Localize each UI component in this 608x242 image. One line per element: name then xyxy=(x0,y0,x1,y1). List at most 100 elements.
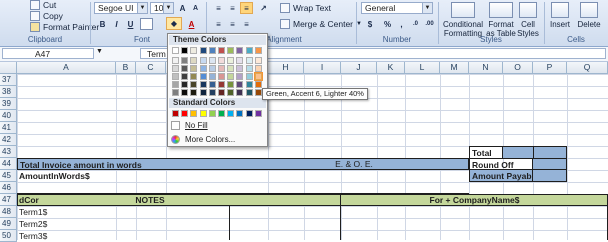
theme-color-swatch[interactable] xyxy=(181,47,189,54)
format-as-table-button[interactable]: Format as Table xyxy=(485,2,517,38)
theme-shade-swatch[interactable] xyxy=(208,81,216,88)
theme-color-swatch[interactable] xyxy=(199,47,207,54)
theme-shade-swatch[interactable] xyxy=(190,73,198,80)
theme-shade-swatch[interactable] xyxy=(218,81,225,88)
column-header[interactable]: P xyxy=(533,62,567,74)
theme-shade-swatch[interactable] xyxy=(245,65,253,72)
standard-color-swatch[interactable] xyxy=(254,110,262,117)
theme-shade-swatch[interactable] xyxy=(254,81,262,88)
select-all-corner[interactable] xyxy=(0,62,17,74)
theme-shade-swatch[interactable] xyxy=(208,57,216,64)
theme-color-swatch[interactable] xyxy=(172,47,179,54)
italic-button[interactable]: I xyxy=(110,18,123,30)
theme-shade-swatch[interactable] xyxy=(253,72,263,81)
column-header[interactable]: M xyxy=(440,62,469,74)
number-format-combo[interactable]: General ▼ xyxy=(361,2,433,14)
standard-color-swatch[interactable] xyxy=(208,110,216,117)
theme-color-swatch[interactable] xyxy=(190,47,198,54)
theme-shade-swatch[interactable] xyxy=(218,89,225,96)
format-painter-button[interactable]: Format Painter xyxy=(30,22,99,32)
wrap-text-button[interactable]: Wrap Text xyxy=(280,3,331,13)
insert-button[interactable]: Insert xyxy=(547,2,573,29)
decrease-decimal-icon[interactable]: .00 xyxy=(423,18,436,30)
theme-shade-swatch[interactable] xyxy=(199,57,207,64)
borders-icon[interactable] xyxy=(140,18,153,30)
theme-shade-swatch[interactable] xyxy=(254,89,262,96)
chevron-down-icon[interactable]: ▼ xyxy=(137,3,147,13)
theme-shade-swatch[interactable] xyxy=(190,89,198,96)
standard-color-swatch[interactable] xyxy=(218,110,225,117)
theme-shade-swatch[interactable] xyxy=(227,81,235,88)
column-header[interactable]: B xyxy=(116,62,136,74)
column-header[interactable]: A xyxy=(17,62,116,74)
theme-shade-swatch[interactable] xyxy=(236,65,244,72)
row-header[interactable]: 50 xyxy=(0,230,17,242)
theme-shade-swatch[interactable] xyxy=(199,65,207,72)
align-middle-icon[interactable]: ≡ xyxy=(226,2,239,14)
amount-payable-value-cell[interactable] xyxy=(533,170,567,182)
align-bottom-icon[interactable]: ≡ xyxy=(240,2,253,14)
align-center-icon[interactable]: ≡ xyxy=(226,18,239,30)
row-header[interactable]: 41 xyxy=(0,122,17,134)
theme-shade-swatch[interactable] xyxy=(218,57,225,64)
amount-payable-label-cell[interactable]: Amount Payable xyxy=(469,170,533,182)
cut-button[interactable]: Cut xyxy=(30,0,56,10)
row-header[interactable]: 38 xyxy=(0,86,17,98)
chevron-down-icon[interactable]: ▼ xyxy=(422,3,432,13)
column-header[interactable]: J xyxy=(341,62,377,74)
theme-shade-swatch[interactable] xyxy=(245,73,253,80)
theme-shade-swatch[interactable] xyxy=(245,57,253,64)
round-off-label-cell[interactable]: Round Off xyxy=(469,158,533,170)
theme-shade-swatch[interactable] xyxy=(236,73,244,80)
theme-shade-swatch[interactable] xyxy=(245,89,253,96)
row-header[interactable]: 44 xyxy=(0,158,17,170)
total-value-cell[interactable] xyxy=(503,146,567,158)
column-header[interactable]: I xyxy=(304,62,341,74)
theme-shade-swatch[interactable] xyxy=(172,73,179,80)
theme-color-swatch[interactable] xyxy=(254,47,262,54)
theme-shade-swatch[interactable] xyxy=(218,65,225,72)
no-fill-item[interactable]: No Fill xyxy=(171,120,208,131)
total-label-cell[interactable]: Total xyxy=(469,146,503,158)
orientation-icon[interactable]: ↗ xyxy=(257,2,270,14)
align-right-icon[interactable]: ≡ xyxy=(240,18,253,30)
row-header[interactable]: 45 xyxy=(0,170,17,182)
align-left-icon[interactable]: ≡ xyxy=(212,18,225,30)
theme-shade-swatch[interactable] xyxy=(227,65,235,72)
theme-shade-swatch[interactable] xyxy=(208,73,216,80)
theme-color-swatch[interactable] xyxy=(227,47,235,54)
row-header[interactable]: 40 xyxy=(0,110,17,122)
cell-styles-button[interactable]: Cell Styles xyxy=(517,2,539,38)
standard-color-swatch[interactable] xyxy=(245,110,253,117)
theme-shade-swatch[interactable] xyxy=(227,57,235,64)
theme-shade-swatch[interactable] xyxy=(181,73,189,80)
increase-decimal-icon[interactable]: .0 xyxy=(409,18,422,30)
grow-font-icon[interactable]: A xyxy=(176,2,189,14)
fill-color-button[interactable]: ◆ xyxy=(166,17,182,30)
standard-color-swatch[interactable] xyxy=(227,110,235,117)
theme-shade-swatch[interactable] xyxy=(236,57,244,64)
theme-shade-swatch[interactable] xyxy=(218,73,225,80)
align-top-icon[interactable]: ≡ xyxy=(212,2,225,14)
theme-shade-swatch[interactable] xyxy=(227,89,235,96)
theme-color-swatch[interactable] xyxy=(218,47,225,54)
conditional-formatting-button[interactable]: Conditional Formatting xyxy=(442,2,484,38)
theme-color-swatch[interactable] xyxy=(236,47,244,54)
row-header[interactable]: 39 xyxy=(0,98,17,110)
merge-center-button[interactable]: Merge & Center ▼ xyxy=(280,19,362,29)
column-header[interactable]: C xyxy=(136,62,166,74)
theme-shade-swatch[interactable] xyxy=(227,73,235,80)
theme-shade-swatch[interactable] xyxy=(181,57,189,64)
theme-shade-swatch[interactable] xyxy=(172,81,179,88)
row-header[interactable]: 49 xyxy=(0,218,17,230)
theme-shade-swatch[interactable] xyxy=(208,65,216,72)
copy-button[interactable]: Copy xyxy=(30,11,63,21)
amount-in-words-cell[interactable]: AmountInWords$ xyxy=(17,170,217,182)
standard-color-swatch[interactable] xyxy=(172,110,179,117)
term1-cell[interactable]: Term1$ xyxy=(17,206,167,218)
standard-color-swatch[interactable] xyxy=(199,110,207,117)
column-header[interactable]: N xyxy=(469,62,503,74)
theme-shade-swatch[interactable] xyxy=(254,65,262,72)
theme-shade-swatch[interactable] xyxy=(236,81,244,88)
row-header[interactable]: 43 xyxy=(0,146,17,158)
